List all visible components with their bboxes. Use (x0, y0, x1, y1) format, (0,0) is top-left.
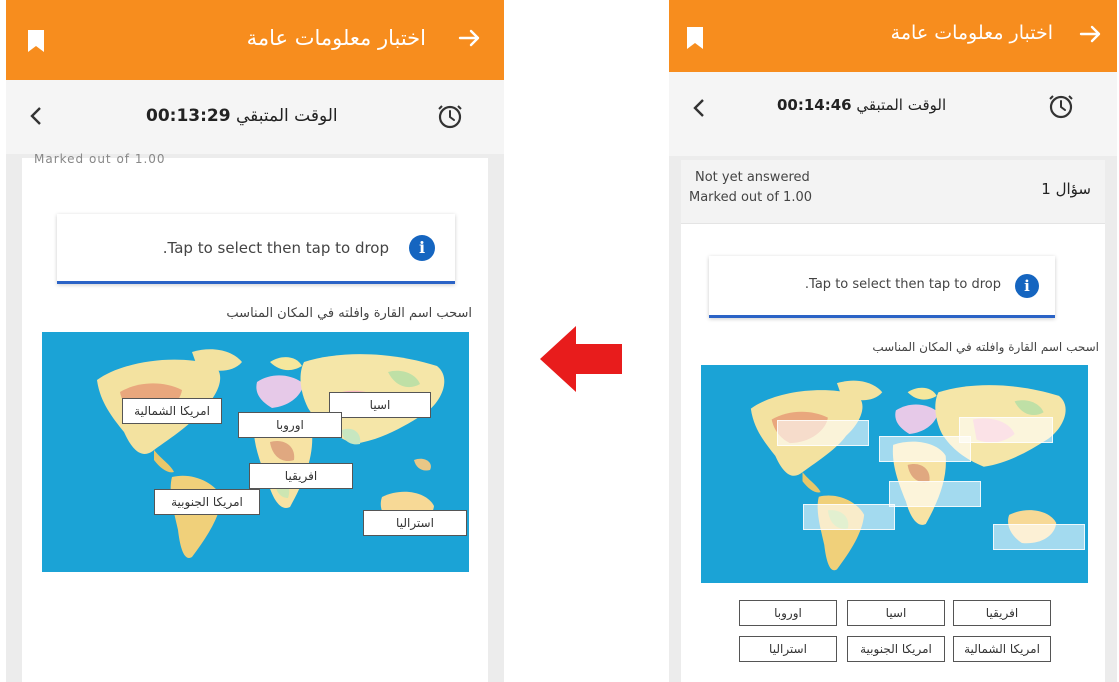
status-marked-out: Marked out of 1.00 (689, 190, 813, 205)
placed-label-europe[interactable]: اوروبا (238, 412, 342, 438)
question-instruction: اسحب اسم القارة وافلته في المكان المناسب (226, 306, 472, 321)
question-status: Not yet answered Marked out of 1.00 (689, 168, 812, 208)
timer-value: 00:13:29 (146, 106, 231, 126)
status-not-answered: Not yet answered (695, 170, 810, 185)
choice-asia[interactable]: اسيا (847, 600, 945, 626)
drop-zone-europe[interactable] (879, 436, 971, 462)
app-title: اختبار معلومات عامة (890, 22, 1053, 44)
question-card: Not yet answered Marked out of 1.00 سؤال… (681, 160, 1105, 682)
placed-label-australia[interactable]: استراليا (363, 510, 467, 536)
app-bar: اختبار معلومات عامة (669, 0, 1117, 72)
placed-label-north-america[interactable]: امريكا الشمالية (122, 398, 222, 424)
phone-screen-after: اختبار معلومات عامة الوقت المتبقي 00:13:… (6, 0, 504, 682)
choice-europe[interactable]: اوروبا (739, 600, 837, 626)
timer-text: الوقت المتبقي 00:13:29 (146, 106, 338, 126)
info-box: .Tap to select then tap to drop i (57, 214, 455, 284)
choice-north-america[interactable]: امريكا الشمالية (953, 636, 1051, 662)
info-icon: i (1015, 274, 1039, 298)
placed-label-asia[interactable]: اسيا (329, 392, 431, 418)
drop-zone-australia[interactable] (993, 524, 1085, 550)
marked-out-text: Marked out of 1.00 (34, 152, 166, 166)
chevron-left-icon[interactable] (691, 98, 707, 118)
timer-label: الوقت المتبقي (856, 96, 947, 114)
drag-choices: افريقيا اسيا اوروبا امريكا الشمالية امري… (681, 596, 1105, 676)
question-number: سؤال 1 (1041, 180, 1091, 198)
info-box: .Tap to select then tap to drop i (709, 256, 1055, 318)
timer-text: الوقت المتبقي 00:14:46 (777, 96, 946, 114)
app-title: اختبار معلومات عامة (246, 26, 426, 50)
question-header: Not yet answered Marked out of 1.00 سؤال… (681, 160, 1105, 224)
arrow-right-icon[interactable] (1077, 20, 1105, 48)
stopwatch-icon[interactable] (1047, 92, 1075, 120)
drop-zone-north-america[interactable] (777, 420, 869, 446)
world-map: امريكا الشمالية اسيا اوروبا افريقيا امري… (42, 332, 469, 572)
choice-africa[interactable]: افريقيا (953, 600, 1051, 626)
drop-zone-south-america[interactable] (803, 504, 895, 530)
choice-australia[interactable]: استراليا (739, 636, 837, 662)
drop-zone-africa[interactable] (889, 481, 981, 507)
bookmark-icon[interactable] (687, 27, 703, 49)
world-map-image (750, 380, 1066, 571)
phone-screen-before: اختبار معلومات عامة الوقت المتبقي 00:14:… (669, 0, 1117, 682)
question-card: Marked out of 1.00 .Tap to select then t… (22, 152, 488, 682)
timer-bar: الوقت المتبقي 00:14:46 (669, 72, 1117, 156)
placed-label-africa[interactable]: افريقيا (249, 463, 353, 489)
timer-label: الوقت المتبقي (235, 106, 338, 126)
stopwatch-icon[interactable] (436, 102, 464, 130)
question-instruction: اسحب اسم القارة وافلته في المكان المناسب (872, 340, 1099, 354)
content-area: Not yet answered Marked out of 1.00 سؤال… (669, 156, 1117, 682)
app-bar: اختبار معلومات عامة (6, 0, 504, 80)
info-text: .Tap to select then tap to drop (162, 239, 389, 257)
timer-value: 00:14:46 (777, 96, 852, 114)
red-arrow-left-icon (540, 326, 622, 392)
world-map-image (97, 349, 445, 558)
content-area: Marked out of 1.00 .Tap to select then t… (6, 152, 504, 682)
drop-zone-asia[interactable] (959, 417, 1053, 443)
info-icon: i (409, 235, 435, 261)
arrow-right-icon[interactable] (456, 24, 484, 52)
chevron-left-icon[interactable] (28, 106, 44, 126)
choice-south-america[interactable]: امريكا الجنوبية (847, 636, 945, 662)
world-map (701, 365, 1088, 583)
bookmark-icon[interactable] (28, 30, 44, 52)
timer-bar: الوقت المتبقي 00:13:29 (6, 80, 504, 154)
placed-label-south-america[interactable]: امريكا الجنوبية (154, 489, 260, 515)
info-text: .Tap to select then tap to drop (804, 277, 1001, 292)
